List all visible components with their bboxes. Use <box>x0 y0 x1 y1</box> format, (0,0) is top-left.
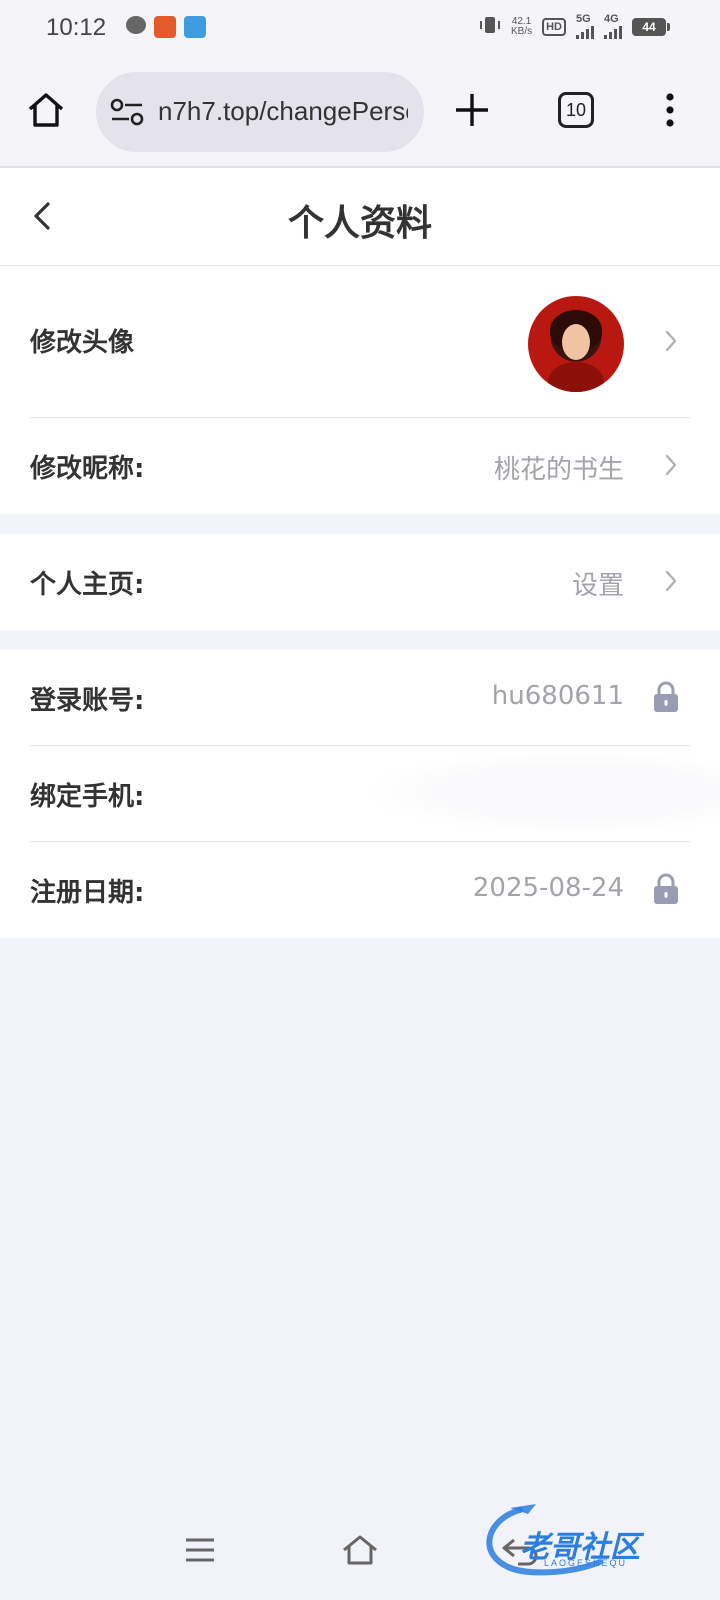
vibrate-icon <box>479 15 501 38</box>
homepage-section: 个人主页: 设置 <box>0 534 720 630</box>
app-icon <box>184 16 206 38</box>
avatar-body <box>548 362 604 392</box>
plus-icon[interactable] <box>452 90 492 130</box>
page-header: 个人资料 <box>0 168 720 266</box>
status-bar: 10:12 42.1 KB/s HD 5G 4G 44 <box>0 0 720 56</box>
register-date-value: 2025-08-24 <box>472 873 624 903</box>
redacted-phone-area <box>360 750 720 834</box>
edit-avatar-row[interactable]: 修改头像 <box>0 266 720 418</box>
url-text[interactable]: n7h7.top/changePersc <box>158 96 408 127</box>
edit-avatar-label: 修改头像 <box>30 328 135 358</box>
bind-phone-label: 绑定手机: <box>30 782 145 812</box>
battery-icon: 44 <box>632 17 670 36</box>
homepage-row[interactable]: 个人主页: 设置 <box>0 534 720 630</box>
login-account-label: 登录账号: <box>30 686 145 716</box>
taobao-icon <box>154 16 176 38</box>
signal-bars-icon <box>604 25 622 39</box>
tab-switcher-button[interactable]: 10 <box>558 92 594 128</box>
bind-phone-row[interactable]: 绑定手机: <box>0 746 720 842</box>
chevron-right-icon <box>665 454 677 476</box>
homepage-value: 设置 <box>571 571 624 601</box>
edit-nickname-row[interactable]: 修改昵称: 桃花的书生 <box>0 418 720 514</box>
net-speed: 42.1 KB/s <box>510 16 533 37</box>
page-title: 个人资料 <box>287 203 432 244</box>
signal-4g: 4G <box>604 14 622 39</box>
home-icon[interactable] <box>26 90 66 130</box>
address-bar[interactable]: n7h7.top/changePersc <box>96 72 424 152</box>
signal-5g: 5G <box>576 14 594 39</box>
avatar[interactable] <box>528 296 624 392</box>
chevron-right-icon <box>665 330 677 352</box>
nickname-value: 桃花的书生 <box>493 455 624 485</box>
signal-4g-label: 4G <box>604 13 619 25</box>
chevron-right-icon <box>665 570 677 592</box>
recents-icon[interactable] <box>184 1536 216 1564</box>
profile-basic-section: 修改头像 修改昵称: 桃花的书生 <box>0 266 720 514</box>
lock-icon <box>654 681 678 712</box>
more-vert-icon[interactable] <box>660 92 680 128</box>
lock-icon <box>654 873 678 904</box>
avatar-face <box>562 324 590 360</box>
site-settings-icon[interactable] <box>110 98 144 126</box>
hd-badge: HD <box>542 17 566 36</box>
notification-icons <box>126 16 206 38</box>
register-date-label: 注册日期: <box>30 878 145 908</box>
register-date-row: 注册日期: 2025-08-24 <box>0 842 720 938</box>
edit-nickname-label: 修改昵称: <box>30 454 145 484</box>
login-account-value: hu680611 <box>491 681 624 711</box>
chat-icon <box>126 16 146 34</box>
net-speed-unit: KB/s <box>510 25 533 37</box>
watermark-subtext: LAOGESHEQU <box>544 1558 628 1568</box>
nav-home-icon[interactable] <box>340 1532 380 1568</box>
watermark-logo: 老哥社区 LAOGESHEQU <box>480 1500 710 1580</box>
browser-toolbar: n7h7.top/changePersc 10 <box>0 56 720 168</box>
signal-5g-label: 5G <box>576 13 591 25</box>
login-account-row: 登录账号: hu680611 <box>0 650 720 746</box>
status-time: 10:12 <box>46 14 107 41</box>
signal-bars-icon <box>576 25 594 39</box>
homepage-label: 个人主页: <box>30 570 145 600</box>
account-section: 登录账号: hu680611 绑定手机: 注册日期: 2025-08-24 <box>0 650 720 938</box>
status-right: 42.1 KB/s HD 5G 4G 44 <box>479 14 670 39</box>
